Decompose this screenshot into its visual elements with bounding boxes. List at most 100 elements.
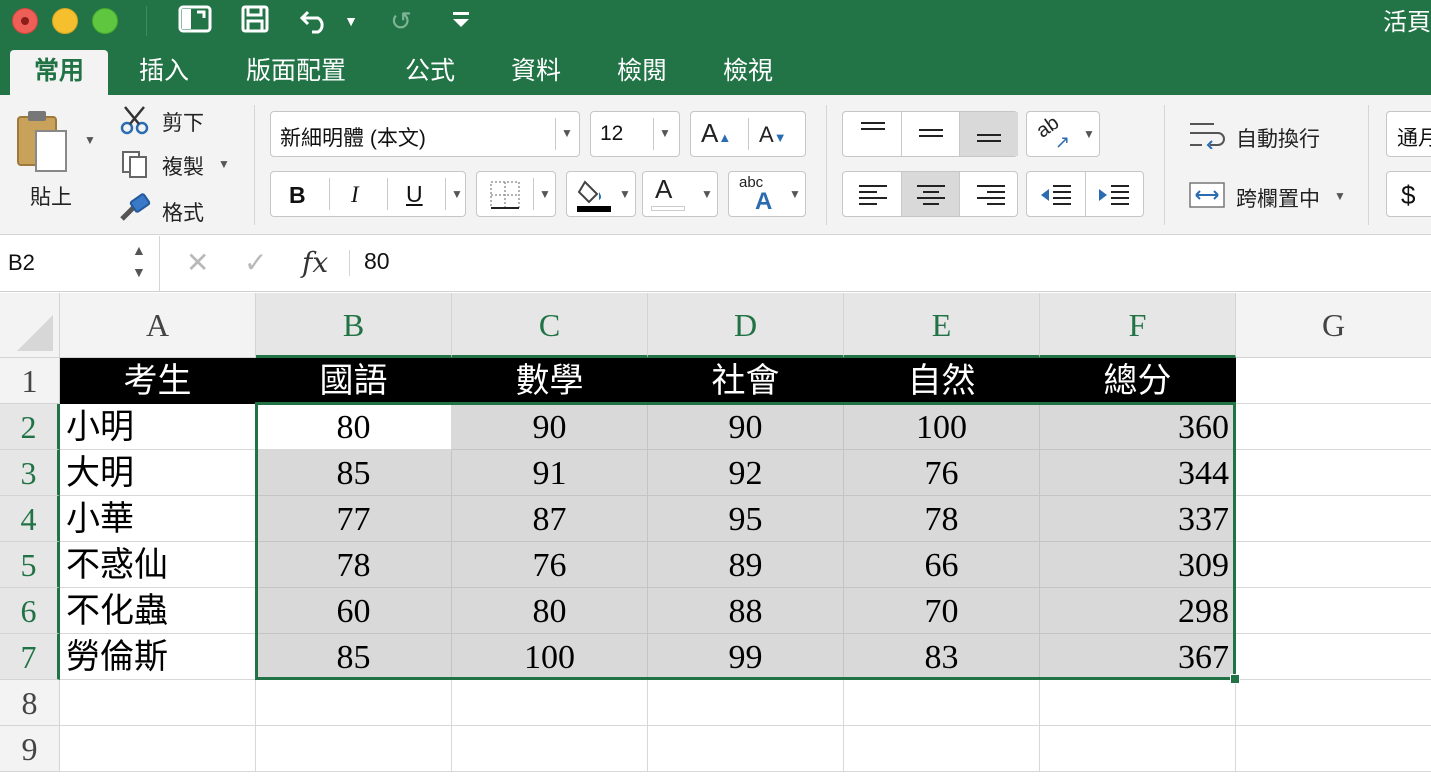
fill-color-button[interactable]: ▼ bbox=[566, 171, 636, 217]
underline-chevron-icon[interactable]: ▼ bbox=[451, 187, 463, 201]
cell-b6[interactable]: 60 bbox=[256, 588, 452, 634]
cell-d9[interactable] bbox=[648, 726, 844, 772]
cell-f6[interactable]: 298 bbox=[1040, 588, 1236, 634]
customize-icon[interactable] bbox=[450, 4, 474, 38]
cell-d5[interactable]: 89 bbox=[648, 542, 844, 588]
select-all-corner[interactable] bbox=[0, 293, 60, 358]
underline-button[interactable]: U bbox=[406, 181, 423, 208]
cell-a5[interactable]: 不惑仙 bbox=[60, 542, 256, 588]
cell-c5[interactable]: 76 bbox=[452, 542, 648, 588]
cell-f4[interactable]: 337 bbox=[1040, 496, 1236, 542]
save-icon[interactable] bbox=[240, 4, 274, 38]
cell-f8[interactable] bbox=[1040, 680, 1236, 726]
insert-function-icon[interactable]: fx bbox=[302, 246, 328, 279]
cell-e9[interactable] bbox=[844, 726, 1040, 772]
cell-a4[interactable]: 小華 bbox=[60, 496, 256, 542]
cell-g4[interactable] bbox=[1236, 496, 1431, 542]
cancel-icon[interactable]: ✕ bbox=[186, 246, 209, 279]
decrease-indent-icon[interactable] bbox=[1039, 184, 1073, 211]
paste-label[interactable]: 貼上 bbox=[30, 181, 72, 211]
cell-e6[interactable]: 70 bbox=[844, 588, 1040, 634]
name-box-down-icon[interactable]: ▼ bbox=[132, 264, 146, 280]
cell-g3[interactable] bbox=[1236, 450, 1431, 496]
cell-b7[interactable]: 85 bbox=[256, 634, 452, 680]
column-header-g[interactable]: G bbox=[1236, 293, 1431, 358]
cell-d8[interactable] bbox=[648, 680, 844, 726]
undo-icon[interactable] bbox=[298, 4, 336, 38]
sidebar-toggle-icon[interactable] bbox=[178, 4, 214, 38]
cell-d7[interactable]: 99 bbox=[648, 634, 844, 680]
cell-d6[interactable]: 88 bbox=[648, 588, 844, 634]
enter-icon[interactable]: ✓ bbox=[244, 246, 267, 279]
cell-b8[interactable] bbox=[256, 680, 452, 726]
row-header-3[interactable]: 3 bbox=[0, 450, 60, 496]
cell-a2[interactable]: 小明 bbox=[60, 404, 256, 450]
cell-e1[interactable]: 自然 bbox=[844, 358, 1040, 404]
number-format-select[interactable]: 通月 bbox=[1386, 111, 1431, 157]
cell-b9[interactable] bbox=[256, 726, 452, 772]
cell-a7[interactable]: 勞倫斯 bbox=[60, 634, 256, 680]
tab-home[interactable]: 常用 bbox=[10, 50, 108, 95]
paste-icon[interactable] bbox=[14, 107, 70, 177]
cell-c8[interactable] bbox=[452, 680, 648, 726]
cell-b5[interactable]: 78 bbox=[256, 542, 452, 588]
cell-b2[interactable]: 80 bbox=[256, 404, 452, 450]
cell-e7[interactable]: 83 bbox=[844, 634, 1040, 680]
column-header-a[interactable]: A bbox=[60, 293, 256, 358]
cell-c2[interactable]: 90 bbox=[452, 404, 648, 450]
merge-center-icon[interactable] bbox=[1188, 181, 1226, 214]
cell-g6[interactable] bbox=[1236, 588, 1431, 634]
font-name-select[interactable]: 新細明體 (本文) ▼ bbox=[270, 111, 580, 157]
cell-a6[interactable]: 不化蟲 bbox=[60, 588, 256, 634]
tab-review[interactable]: 檢閱 bbox=[604, 50, 680, 95]
cell-a1[interactable]: 考生 bbox=[60, 358, 256, 404]
column-header-c[interactable]: C bbox=[452, 293, 648, 358]
paste-dropdown-icon[interactable]: ▼ bbox=[84, 133, 96, 147]
italic-button[interactable]: I bbox=[351, 182, 359, 208]
cell-d2[interactable]: 90 bbox=[648, 404, 844, 450]
copy-label[interactable]: 複製 bbox=[162, 151, 204, 181]
row-header-5[interactable]: 5 bbox=[0, 542, 60, 588]
cell-f7[interactable]: 367 bbox=[1040, 634, 1236, 680]
name-box-up-icon[interactable]: ▲ bbox=[132, 242, 146, 258]
cell-d3[interactable]: 92 bbox=[648, 450, 844, 496]
cell-c6[interactable]: 80 bbox=[452, 588, 648, 634]
wrap-text-label[interactable]: 自動換行 bbox=[1236, 123, 1320, 153]
tab-view[interactable]: 檢視 bbox=[710, 50, 786, 95]
undo-dropdown-icon[interactable]: ▼ bbox=[344, 4, 358, 38]
font-color-button[interactable]: A ▼ bbox=[642, 171, 718, 217]
tab-formulas[interactable]: 公式 bbox=[392, 50, 468, 95]
close-window-button[interactable] bbox=[12, 8, 38, 34]
wrap-text-icon[interactable] bbox=[1188, 121, 1228, 154]
phonetic-button[interactable]: abc A ▼ bbox=[728, 171, 806, 217]
cell-f1[interactable]: 總分 bbox=[1040, 358, 1236, 404]
cell-g7[interactable] bbox=[1236, 634, 1431, 680]
minimize-window-button[interactable] bbox=[52, 8, 78, 34]
row-header-6[interactable]: 6 bbox=[0, 588, 60, 634]
cell-g9[interactable] bbox=[1236, 726, 1431, 772]
cell-e3[interactable]: 76 bbox=[844, 450, 1040, 496]
tab-insert[interactable]: 插入 bbox=[124, 50, 204, 95]
cell-c9[interactable] bbox=[452, 726, 648, 772]
align-middle-icon[interactable] bbox=[919, 129, 943, 131]
cell-b1[interactable]: 國語 bbox=[256, 358, 452, 404]
merge-center-chevron-icon[interactable]: ▼ bbox=[1334, 189, 1346, 203]
scissors-icon[interactable] bbox=[120, 105, 150, 135]
column-header-e[interactable]: E bbox=[844, 293, 1040, 358]
row-header-2[interactable]: 2 bbox=[0, 404, 60, 450]
cell-f9[interactable] bbox=[1040, 726, 1236, 772]
formula-input[interactable]: 80 bbox=[364, 248, 390, 275]
font-size-select[interactable]: 12 ▼ bbox=[590, 111, 680, 157]
cell-e2[interactable]: 100 bbox=[844, 404, 1040, 450]
column-header-d[interactable]: D bbox=[648, 293, 844, 358]
row-header-9[interactable]: 9 bbox=[0, 726, 60, 772]
name-box[interactable]: B2 ▲ ▼ bbox=[0, 236, 160, 292]
cell-f2[interactable]: 360 bbox=[1040, 404, 1236, 450]
borders-button[interactable]: ▼ bbox=[476, 171, 556, 217]
cell-e4[interactable]: 78 bbox=[844, 496, 1040, 542]
cell-c1[interactable]: 數學 bbox=[452, 358, 648, 404]
copy-icon[interactable] bbox=[120, 149, 150, 179]
cell-a3[interactable]: 大明 bbox=[60, 450, 256, 496]
align-bottom-icon[interactable] bbox=[960, 112, 1018, 156]
cell-d1[interactable]: 社會 bbox=[648, 358, 844, 404]
